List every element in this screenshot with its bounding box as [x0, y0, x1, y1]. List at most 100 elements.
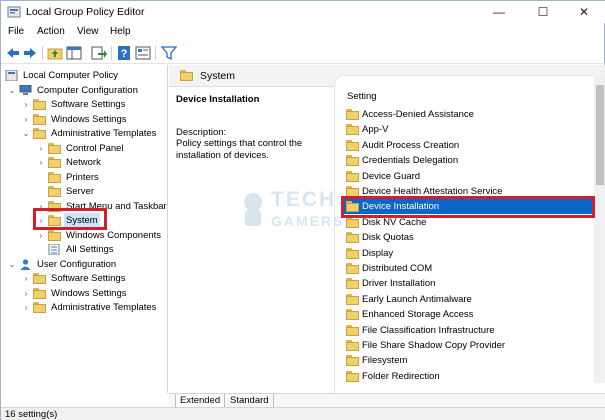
folder-icon: [33, 99, 46, 110]
description-heading: Description:: [176, 127, 227, 138]
vertical-scrollbar[interactable]: [594, 75, 605, 383]
setting-row[interactable]: Device Guard: [343, 169, 595, 184]
menu-file[interactable]: File: [8, 26, 24, 37]
view-tabs: Extended Standard: [169, 393, 605, 408]
folder-icon: [33, 288, 46, 299]
setting-row[interactable]: File Classification Infrastructure: [343, 323, 595, 338]
setting-label: Credentials Delegation: [362, 155, 459, 167]
setting-label: Filesystem: [362, 355, 408, 367]
setting-row[interactable]: Disk Quotas: [343, 230, 595, 245]
setting-label: Device Guard: [362, 170, 421, 182]
user-icon: [20, 259, 31, 270]
svg-text:?: ?: [121, 48, 128, 60]
tree-label: Computer Configuration: [37, 85, 138, 96]
setting-row[interactable]: Audit Process Creation: [343, 138, 595, 153]
toolbar-separator: [42, 46, 43, 60]
folder-icon: [346, 247, 359, 259]
expanded-arrow-icon[interactable]: ⌄: [7, 257, 17, 272]
collapsed-arrow-icon[interactable]: ›: [36, 228, 46, 243]
folder-icon: [48, 143, 61, 154]
folder-icon: [346, 139, 359, 151]
close-button[interactable]: ✕: [562, 1, 605, 23]
status-text: 16 setting(s): [5, 409, 58, 420]
folder-icon: [33, 114, 46, 125]
setting-row[interactable]: File Share Shadow Copy Provider: [343, 338, 595, 353]
setting-row[interactable]: Enhanced Storage Access: [343, 307, 595, 322]
setting-row[interactable]: Folder Redirection: [343, 369, 595, 384]
tree-label: Administrative Templates: [51, 128, 157, 139]
tab-extended[interactable]: Extended: [175, 394, 226, 408]
menu-help[interactable]: Help: [110, 26, 131, 37]
tree-label: Software Settings: [51, 273, 126, 284]
setting-row[interactable]: Access-Denied Assistance: [343, 107, 595, 122]
setting-label: Display: [362, 247, 394, 259]
show-hide-tree-icon[interactable]: [66, 45, 82, 61]
expanded-arrow-icon[interactable]: ⌄: [7, 83, 17, 98]
maximize-button[interactable]: ☐: [521, 1, 565, 23]
watermark-logo: TECH GAMERS: [239, 186, 349, 238]
collapsed-arrow-icon[interactable]: ›: [21, 97, 31, 112]
details-pane: System Device Installation Description: …: [169, 65, 605, 393]
folder-icon: [346, 340, 359, 351]
description-panel: Device Installation Description: Policy …: [169, 87, 334, 393]
description-text: Policy settings that control the install…: [176, 138, 303, 161]
setting-label: Early Launch Antimalware: [362, 293, 472, 305]
tree-label: Windows Settings: [51, 114, 127, 125]
menu-view[interactable]: View: [77, 26, 99, 37]
tab-standard[interactable]: Standard: [226, 394, 274, 408]
folder-icon: [346, 309, 359, 321]
tree-label: All Settings: [66, 244, 114, 255]
tree-label: Local Computer Policy: [23, 70, 119, 81]
setting-row[interactable]: App-V: [343, 122, 595, 137]
settings-list: Setting Access-Denied Assistance App-V Aud…: [334, 75, 605, 393]
expanded-arrow-icon[interactable]: ⌄: [21, 126, 31, 141]
minimize-button[interactable]: —: [477, 1, 521, 23]
watermark-text-2: GAMERS: [271, 213, 345, 229]
setting-label: Folder Redirection: [362, 370, 440, 382]
collapsed-arrow-icon[interactable]: ›: [36, 155, 46, 170]
setting-row[interactable]: Credentials Delegation: [343, 153, 595, 168]
setting-row[interactable]: Distributed COM: [343, 261, 595, 276]
column-header-setting[interactable]: Setting: [347, 91, 377, 102]
help-icon[interactable]: ?: [116, 45, 132, 61]
export-icon[interactable]: [91, 45, 107, 61]
properties-icon[interactable]: [135, 45, 151, 61]
setting-label: File Share Shadow Copy Provider: [362, 340, 506, 351]
setting-row[interactable]: Filesystem: [343, 353, 595, 368]
gpedit-app-icon: [7, 6, 21, 18]
menu-action[interactable]: Action: [37, 26, 65, 37]
folder-icon: [346, 170, 359, 182]
folder-icon: [33, 302, 46, 313]
folder-icon: [48, 230, 61, 241]
tree-label: Network: [66, 157, 101, 168]
collapsed-arrow-icon[interactable]: ›: [21, 300, 31, 315]
folder-icon: [48, 157, 61, 168]
highlight-box-device-installation: [341, 196, 595, 218]
collapsed-arrow-icon[interactable]: ›: [21, 112, 31, 127]
back-icon[interactable]: [5, 45, 21, 61]
folder-icon: [346, 278, 359, 290]
tree-label: Printers: [66, 172, 99, 183]
filter-icon[interactable]: [161, 45, 177, 61]
folder-icon: [346, 355, 359, 367]
toolbar-separator: [111, 46, 112, 60]
setting-row[interactable]: Driver Installation: [343, 276, 595, 291]
collapsed-arrow-icon[interactable]: ›: [21, 271, 31, 286]
up-folder-icon[interactable]: [47, 45, 63, 61]
forward-icon[interactable]: [22, 45, 38, 61]
setting-row[interactable]: Early Launch Antimalware: [343, 292, 595, 307]
setting-label: Distributed COM: [362, 263, 433, 274]
collapsed-arrow-icon[interactable]: ›: [36, 141, 46, 156]
setting-row[interactable]: Display: [343, 246, 595, 261]
scrollbar-thumb[interactable]: [596, 85, 604, 185]
watermark-text-1: TECH: [271, 188, 337, 211]
folder-icon: [346, 370, 359, 382]
computer-icon: [19, 85, 32, 95]
all-settings-icon: [48, 244, 60, 255]
tree-label: Windows Settings: [51, 288, 127, 299]
tree-label: Control Panel: [66, 143, 124, 154]
tree-label: Administrative Templates: [51, 302, 157, 313]
collapsed-arrow-icon[interactable]: ›: [21, 286, 31, 301]
window-title: Local Group Policy Editor: [26, 6, 145, 18]
folder-icon: [346, 109, 359, 120]
